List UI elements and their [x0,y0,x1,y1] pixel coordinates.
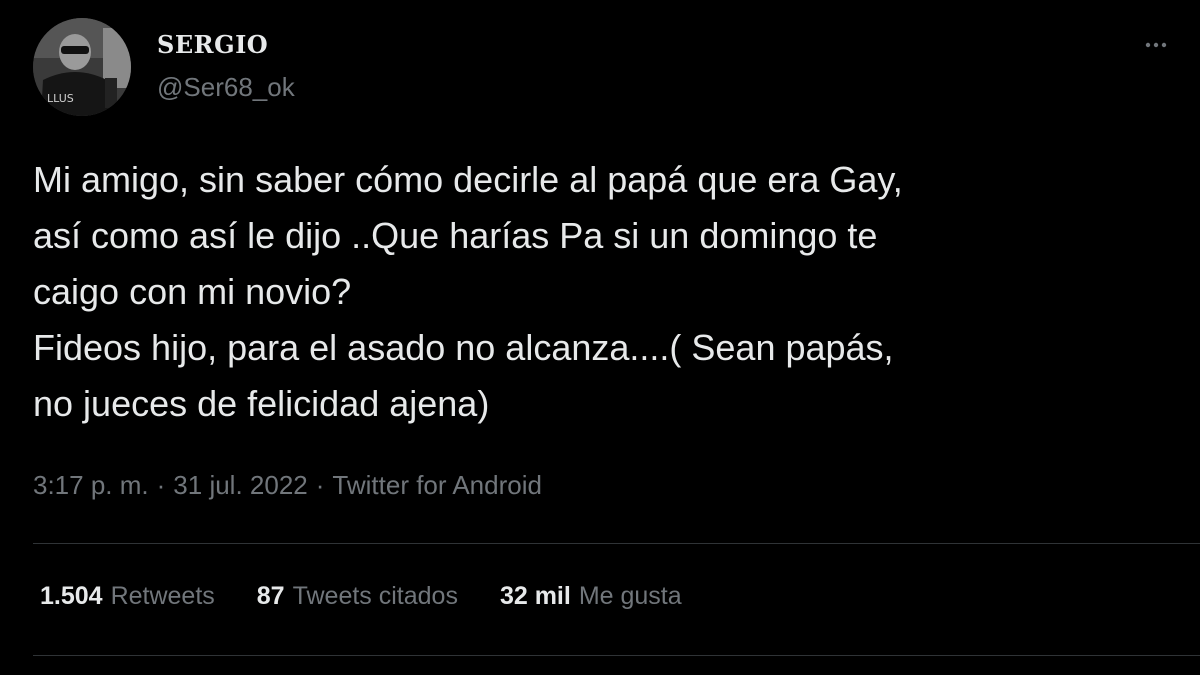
divider [33,655,1200,656]
tweet-text: Mi amigo, sin saber cómo decirle al papá… [33,159,903,424]
avatar-photo: LLUS [33,18,131,116]
tweet-time[interactable]: 3:17 p. m. [33,470,149,500]
tweet-source[interactable]: Twitter for Android [332,470,542,500]
avatar[interactable]: LLUS [33,18,131,116]
likes-stat[interactable]: 32 mil Me gusta [500,582,682,611]
more-options-button[interactable] [1134,30,1178,60]
quotes-stat[interactable]: 87 Tweets citados [257,582,458,611]
divider [33,543,1200,544]
meta-separator: · [315,470,325,500]
likes-count: 32 mil [499,582,571,610]
retweets-count: 1.504 [40,582,103,610]
retweets-label: Retweets [110,582,215,610]
tweet-date[interactable]: 31 jul. 2022 [173,470,307,500]
quotes-label: Tweets citados [292,582,458,610]
author-display-name[interactable]: SERGIO [157,30,268,59]
svg-text:LLUS: LLUS [47,92,74,105]
tweet-meta: 3:17 p. m. · 31 jul. 2022 · Twitter for Andr… [33,470,542,501]
retweets-stat[interactable]: 1.504 Retweets [40,582,215,611]
more-horizontal-icon [1145,42,1167,48]
quotes-count: 87 [256,582,285,610]
author-handle[interactable]: @Ser68_ok [157,72,295,103]
meta-separator: · [156,470,166,500]
tweet-card: LLUS SERGIO @Ser68_ok Mi amigo, sin sabe… [0,0,1200,675]
tweet-stats: 1.504 Retweets 87 Tweets citados 32 mil … [40,582,724,611]
likes-label: Me gusta [578,582,682,610]
